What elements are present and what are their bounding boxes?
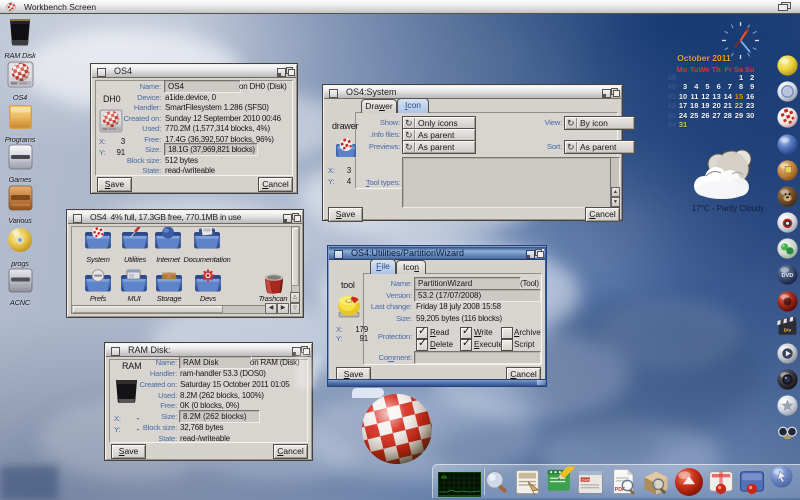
svg-text:DVD: DVD: [782, 273, 794, 279]
svg-text:Div: Div: [784, 327, 792, 333]
svg-text:DVD: DVD: [582, 477, 591, 482]
svg-text:4%: 4%: [441, 475, 447, 481]
